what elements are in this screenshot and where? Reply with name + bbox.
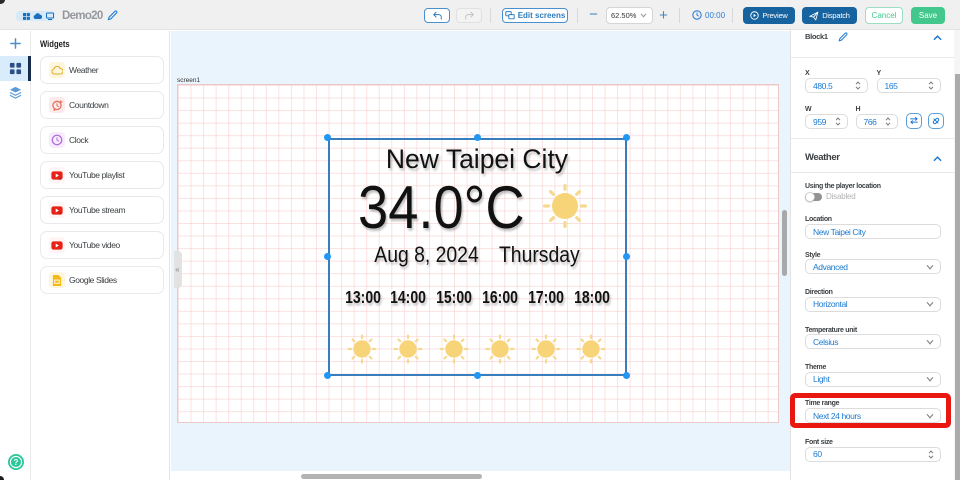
- svg-text:?: ?: [14, 458, 19, 467]
